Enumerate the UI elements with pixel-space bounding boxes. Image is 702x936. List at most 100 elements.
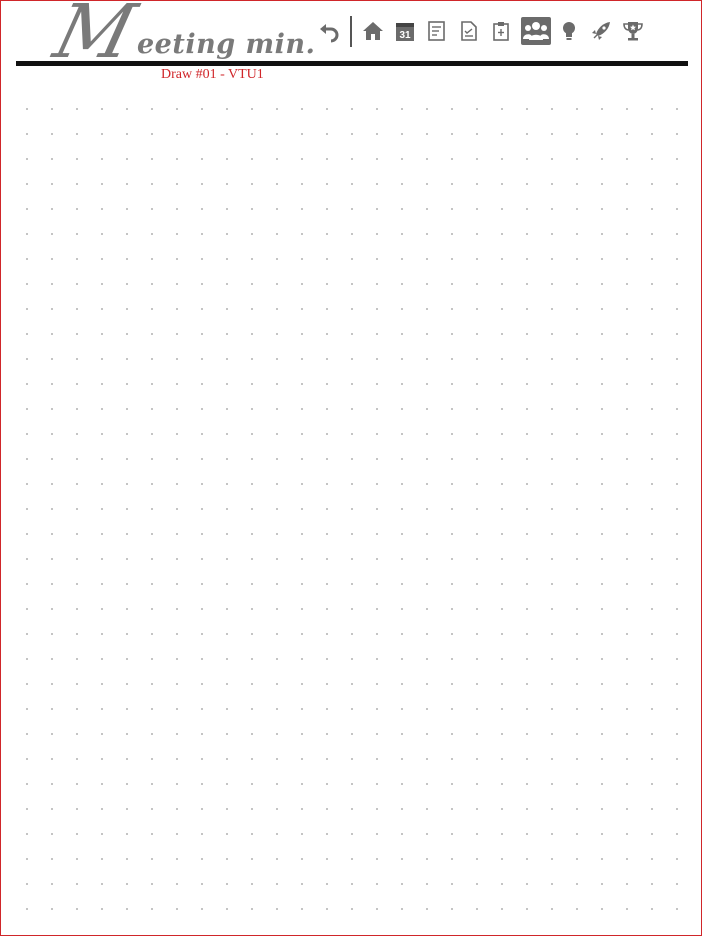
grid-dot [126,208,128,210]
home-button[interactable] [361,17,385,45]
grid-dot [451,408,453,410]
grid-dot [426,433,428,435]
grid-dot [151,833,153,835]
grid-dot [576,233,578,235]
grid-dot [76,508,78,510]
grid-dot [476,508,478,510]
grid-dot [526,208,528,210]
grid-dot [676,683,678,685]
grid-dot [601,658,603,660]
grid-dot [576,358,578,360]
grid-dot [126,533,128,535]
grid-dot [401,833,403,835]
grid-dot [626,308,628,310]
grid-dot [76,458,78,460]
undo-button[interactable] [317,19,341,43]
grid-dot [351,658,353,660]
grid-dot [626,733,628,735]
grid-dot [651,233,653,235]
grid-dot [626,233,628,235]
grid-dot [276,683,278,685]
checklist-button[interactable] [457,17,481,45]
grid-dot [251,358,253,360]
grid-dot [276,908,278,910]
grid-dot [676,783,678,785]
grid-dot [451,483,453,485]
grid-dot [276,133,278,135]
grid-dot [276,158,278,160]
grid-dot [651,258,653,260]
grid-dot [526,608,528,610]
grid-dot [651,483,653,485]
grid-dot [76,358,78,360]
grid-dot [376,458,378,460]
grid-dot [226,883,228,885]
grid-dot [176,208,178,210]
grid-dot [426,308,428,310]
grid-dot [476,633,478,635]
grid-dot [651,208,653,210]
grid-dot [76,833,78,835]
grid-dot [151,658,153,660]
header-divider [16,61,688,66]
grid-dot [26,308,28,310]
grid-dot [176,233,178,235]
grid-dot [51,883,53,885]
grid-dot [101,383,103,385]
grid-dot [151,308,153,310]
grid-dot [551,883,553,885]
title-initial: M [46,0,144,75]
grid-dot [401,183,403,185]
grid-dot [201,183,203,185]
home-icon [363,22,383,40]
grid-dot [651,583,653,585]
clipboard-button[interactable] [489,17,513,45]
launch-button[interactable] [589,17,613,45]
dot-grid[interactable] [1,96,701,931]
grid-dot [101,758,103,760]
grid-dot [551,383,553,385]
grid-dot [601,733,603,735]
grid-dot [176,158,178,160]
grid-dot [51,658,53,660]
grid-dot [626,683,628,685]
grid-dot [351,733,353,735]
grid-dot [301,108,303,110]
grid-dot [126,183,128,185]
grid-dot [451,533,453,535]
grid-dot [51,683,53,685]
grid-dot [151,908,153,910]
grid-dot [176,283,178,285]
ideas-button[interactable] [557,17,581,45]
grid-dot [376,433,378,435]
grid-dot [676,133,678,135]
grid-dot [351,158,353,160]
grid-dot [626,758,628,760]
grid-dot [451,558,453,560]
grid-dot [376,758,378,760]
grid-dot [576,658,578,660]
grid-dot [26,208,28,210]
grid-dot [26,258,28,260]
grid-dot [651,508,653,510]
grid-dot [476,608,478,610]
grid-dot [51,233,53,235]
grid-dot [276,558,278,560]
grid-dot [651,683,653,685]
calendar-button[interactable]: 31 [393,17,417,45]
grid-dot [151,108,153,110]
grid-dot [301,708,303,710]
grid-dot [476,408,478,410]
grid-dot [601,558,603,560]
grid-dot [376,483,378,485]
notes-button[interactable] [425,17,449,45]
grid-dot [476,758,478,760]
grid-dot [76,608,78,610]
grid-dot [151,333,153,335]
meetings-button[interactable] [521,17,551,45]
grid-dot [51,383,53,385]
grid-dot [101,108,103,110]
grid-dot [651,358,653,360]
goals-button[interactable] [621,17,645,45]
grid-dot [426,258,428,260]
